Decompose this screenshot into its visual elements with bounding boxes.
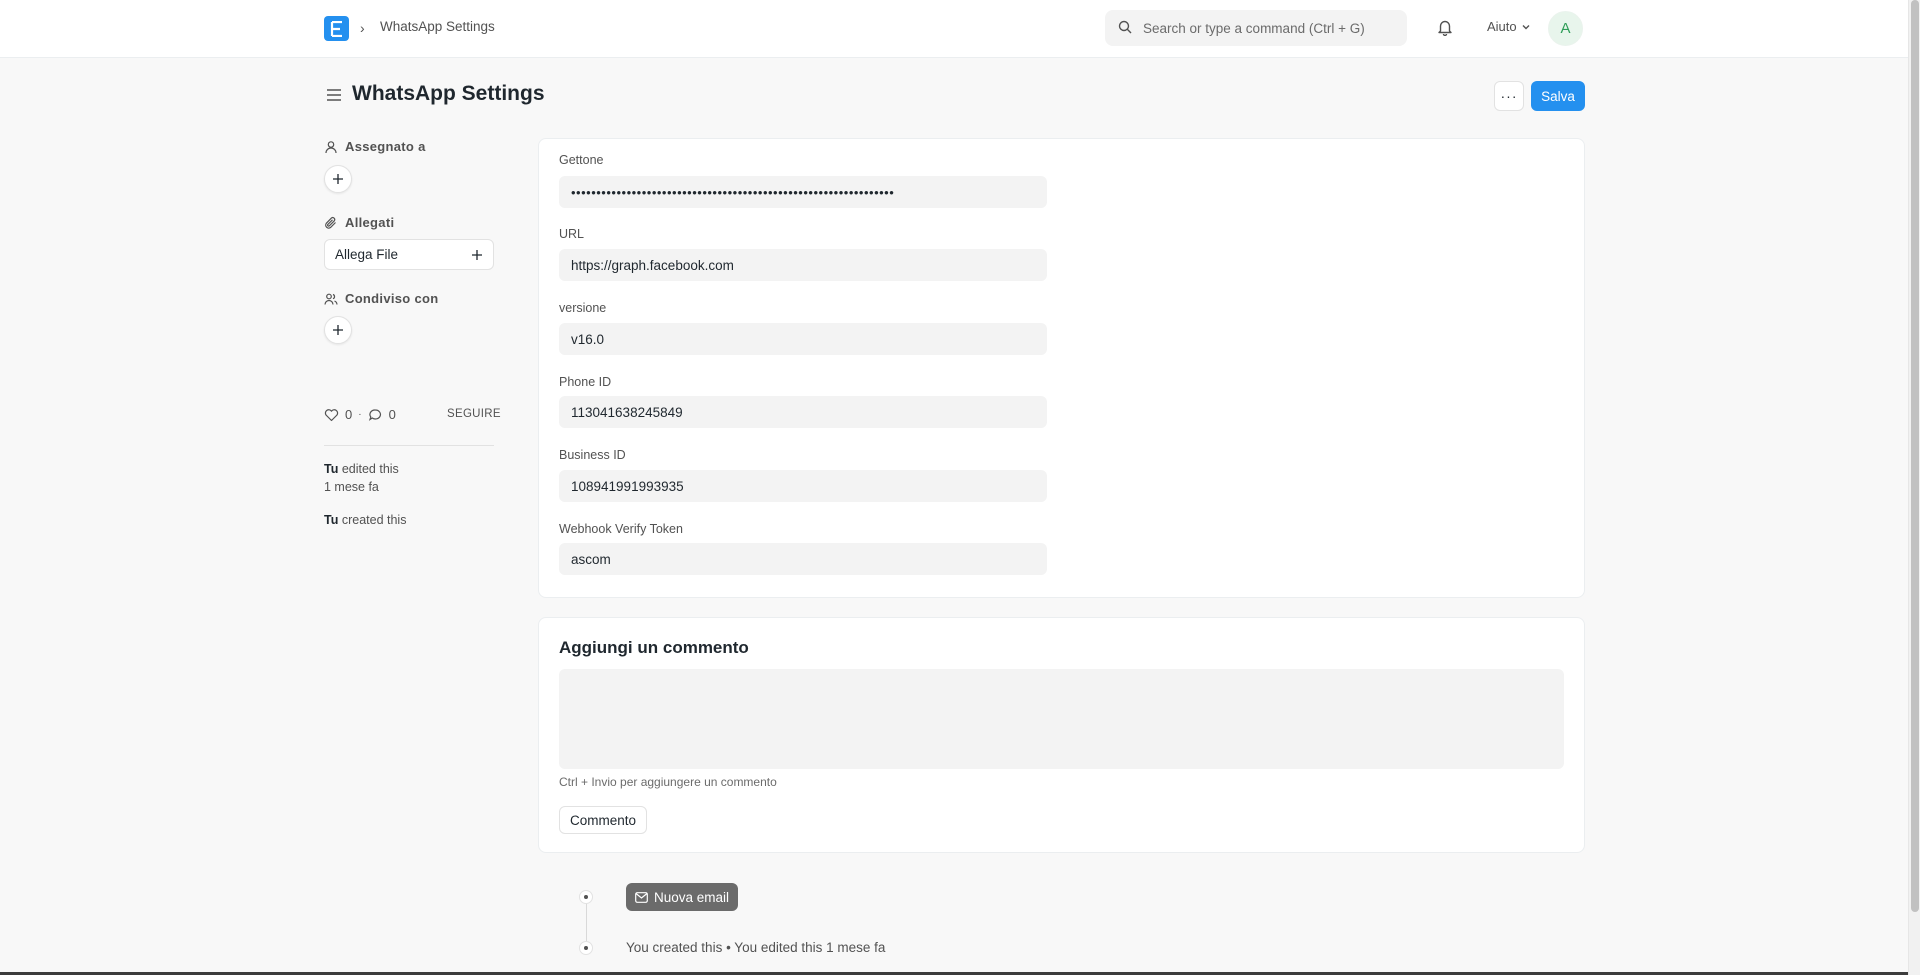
comment-title: Aggiungi un commento [559, 638, 749, 657]
top-navbar: › WhatsApp Settings Aiuto A [0, 0, 1908, 58]
user-icon [325, 140, 337, 153]
notification-bell-icon[interactable] [1436, 18, 1456, 38]
plus-icon [333, 325, 343, 335]
gettone-password-field[interactable]: ••••••••••••••••••••••••••••••••••••••••… [559, 176, 1047, 208]
url-field[interactable]: https://graph.facebook.com [559, 249, 1047, 281]
attachments-section: Allegati [324, 215, 394, 230]
field-label-url: URL [559, 227, 585, 241]
timeline-dot [579, 890, 593, 904]
assigned-to-label: Assegnato a [345, 139, 426, 154]
comment-icon[interactable] [368, 408, 383, 422]
mail-icon [635, 891, 648, 903]
attach-file-label: Allega File [335, 247, 399, 262]
plus-icon [472, 249, 482, 260]
shared-with-section: Condiviso con [324, 291, 438, 306]
search-bar[interactable] [1105, 10, 1407, 46]
activity-action: edited this [341, 462, 399, 476]
activity-action: created this [341, 513, 407, 527]
chevron-right-icon: › [360, 20, 365, 36]
field-label-versione: versione [559, 301, 607, 315]
timeline-line [586, 897, 587, 947]
new-email-label: Nuova email [653, 889, 730, 905]
follow-button[interactable]: SEGUIRE [447, 408, 501, 420]
field-label-business-id: Business ID [559, 448, 626, 462]
logo-icon [330, 20, 342, 37]
help-label: Aiuto [1487, 19, 1517, 34]
activity-edited: Tu edited this 1 mese fa [324, 460, 399, 496]
plus-icon [333, 174, 343, 184]
field-label-gettone: Gettone [559, 153, 604, 167]
shared-with-label: Condiviso con [345, 291, 439, 306]
activity-time: 1 mese fa [324, 480, 379, 494]
chevron-down-icon [1522, 24, 1530, 29]
field-label-webhook-token: Webhook Verify Token [559, 522, 683, 536]
paperclip-icon [325, 216, 336, 229]
more-actions-button[interactable]: ··· [1494, 81, 1524, 111]
page-title: WhatsApp Settings [352, 82, 545, 105]
comment-textarea[interactable] [559, 669, 1564, 769]
activity-user: Tu [324, 513, 339, 527]
timeline-entry: You created this • You edited this 1 mes… [626, 940, 886, 955]
comment-hint: Ctrl + Invio per aggiungere un commento [559, 775, 777, 789]
app-logo[interactable] [324, 16, 349, 41]
comment-submit-button[interactable]: Commento [559, 806, 647, 834]
timeline-dot [579, 941, 593, 955]
activity-user: Tu [324, 462, 339, 476]
help-dropdown[interactable]: Aiuto [1487, 19, 1531, 34]
field-label-phone-id: Phone ID [559, 375, 612, 389]
likes-count: 0 [345, 407, 353, 422]
breadcrumb-whatsapp-settings[interactable]: WhatsApp Settings [380, 19, 495, 34]
separator-dot: · [358, 409, 362, 420]
sidebar-divider [324, 445, 494, 446]
phone-id-field[interactable]: 113041638245849 [559, 396, 1047, 428]
new-email-button[interactable]: Nuova email [626, 883, 738, 911]
search-icon [1118, 20, 1134, 36]
add-share-button[interactable] [324, 316, 352, 344]
users-icon [324, 293, 338, 305]
scrollbar-thumb[interactable] [1911, 0, 1919, 912]
activity-created: Tu created this [324, 511, 406, 529]
assigned-to-section: Assegnato a [324, 139, 426, 154]
add-assignee-button[interactable] [324, 165, 352, 193]
search-input[interactable] [1143, 20, 1403, 36]
sidebar-toggle-icon[interactable] [325, 86, 343, 104]
attachments-label: Allegati [345, 215, 395, 230]
business-id-field[interactable]: 108941991993935 [559, 470, 1047, 502]
version-field[interactable]: v16.0 [559, 323, 1047, 355]
user-avatar[interactable]: A [1548, 11, 1583, 46]
stats-row: 0 · 0 [324, 407, 396, 422]
page-scrollbar[interactable] [1908, 0, 1920, 975]
save-button[interactable]: Salva [1531, 81, 1585, 111]
comments-count: 0 [388, 407, 396, 422]
attach-file-button[interactable]: Allega File [324, 239, 494, 270]
heart-icon[interactable] [324, 408, 339, 422]
webhook-verify-token-field[interactable]: ascom [559, 543, 1047, 575]
